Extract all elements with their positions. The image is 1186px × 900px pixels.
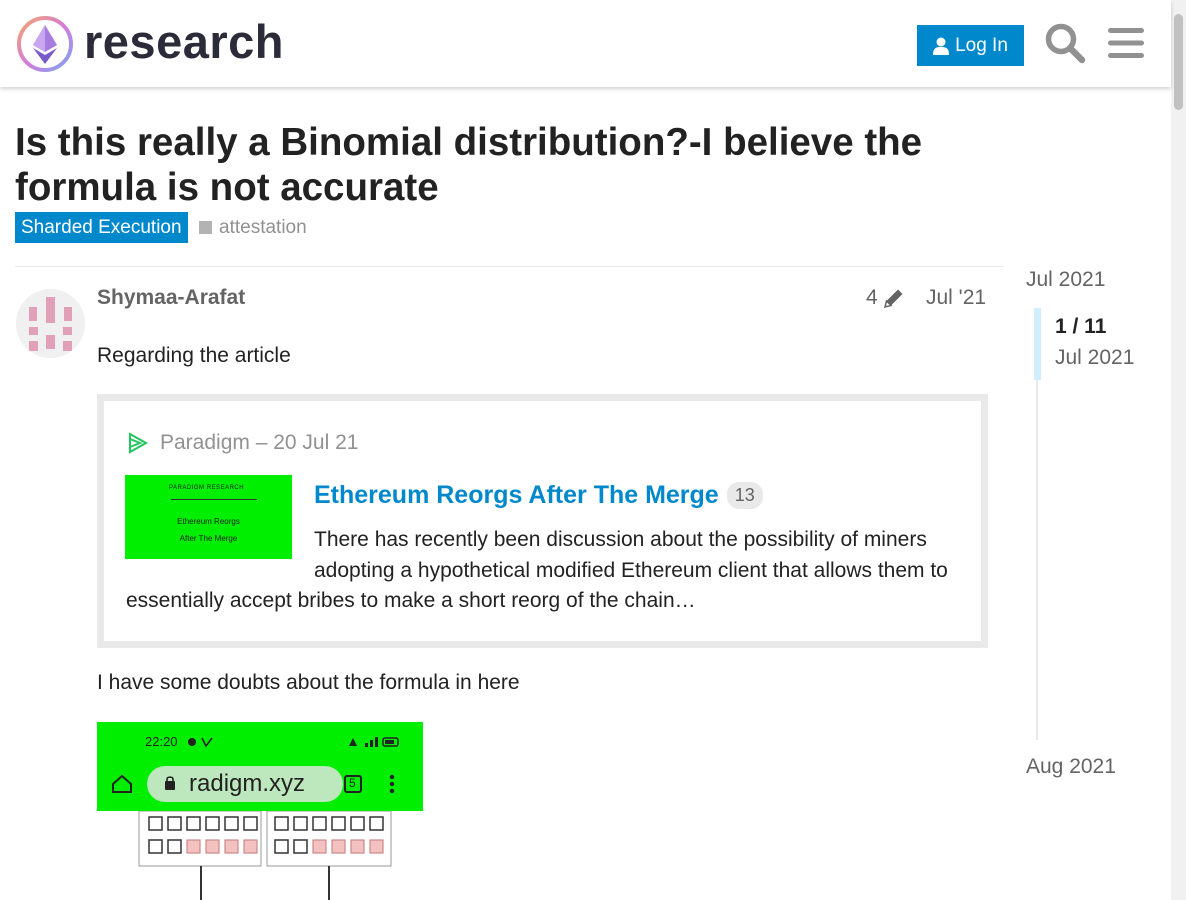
post-date[interactable]: Jul '21 (926, 286, 986, 310)
avatar[interactable] (16, 289, 85, 358)
pencil-icon (883, 289, 903, 309)
tag-attestation[interactable]: attestation (199, 212, 307, 243)
post-paragraph: I have some doubts about the formula in … (97, 671, 520, 694)
edit-count: 4 (866, 286, 878, 309)
onebox-source[interactable]: Paradigm – 20 Jul 21 (126, 431, 358, 455)
image-diagram (138, 811, 392, 900)
link-click-count-badge: 13 (726, 482, 763, 509)
site-header: research Log In (0, 0, 1171, 87)
login-button[interactable]: Log In (917, 25, 1024, 66)
timeline-end-date[interactable]: Aug 2021 (1026, 755, 1116, 779)
page-scrollbar[interactable] (1171, 0, 1186, 900)
timeline-position-date: Jul 2021 (1055, 346, 1135, 369)
tag-label: attestation (219, 217, 307, 238)
divider (15, 266, 1004, 267)
image-tab-count: 5 (349, 776, 356, 790)
scrollbar-thumb[interactable] (1174, 14, 1183, 110)
timeline-scroll-handle[interactable] (1034, 308, 1041, 380)
login-button-label: Log In (955, 34, 1008, 56)
post-image[interactable]: 22:20 radigm.xyz 5 (97, 722, 423, 900)
image-lock-icon (165, 776, 175, 790)
paradigm-logo-icon (129, 432, 149, 454)
logo-icon[interactable] (16, 15, 74, 73)
thumbnail-divider (171, 499, 257, 500)
image-browser-bar: 22:20 radigm.xyz 5 (97, 722, 423, 811)
link-onebox[interactable]: Paradigm – 20 Jul 21 PARADIGM RESEARCH E… (97, 394, 988, 648)
hamburger-menu-icon[interactable] (1108, 26, 1144, 60)
post-username[interactable]: Shymaa-Arafat (97, 286, 245, 310)
image-url-text: radigm.xyz (189, 770, 306, 797)
topic-title[interactable]: Is this really a Binomial distribution?-… (15, 120, 975, 210)
onebox-title-link[interactable]: Ethereum Reorgs After The Merge (314, 481, 719, 510)
onebox-title[interactable]: Ethereum Reorgs After The Merge 13 (314, 481, 763, 510)
onebox-description: There has recently been discussion about… (126, 525, 976, 617)
image-status-icons (188, 737, 213, 748)
image-status-time: 22:20 (145, 734, 178, 749)
category-badge[interactable]: Sharded Execution (15, 212, 188, 243)
site-logo-text[interactable]: research (84, 14, 284, 70)
onebox-source-label: Paradigm – 20 Jul 21 (160, 431, 359, 454)
image-url-bar: radigm.xyz (147, 766, 343, 802)
edit-history-button[interactable]: 4 (866, 286, 906, 310)
user-icon (933, 37, 950, 55)
image-home-icon (112, 774, 132, 793)
timeline-start-date[interactable]: Jul 2021 (1026, 268, 1105, 292)
tag-square-icon (199, 221, 212, 234)
image-more-icon (389, 774, 395, 794)
thumbnail-brand: PARADIGM RESEARCH (169, 485, 245, 491)
post-paragraph: Regarding the article (97, 344, 291, 367)
timeline-position: 1 / 11 (1055, 315, 1107, 338)
image-battery-icons (349, 737, 399, 747)
search-icon[interactable] (1044, 22, 1086, 64)
